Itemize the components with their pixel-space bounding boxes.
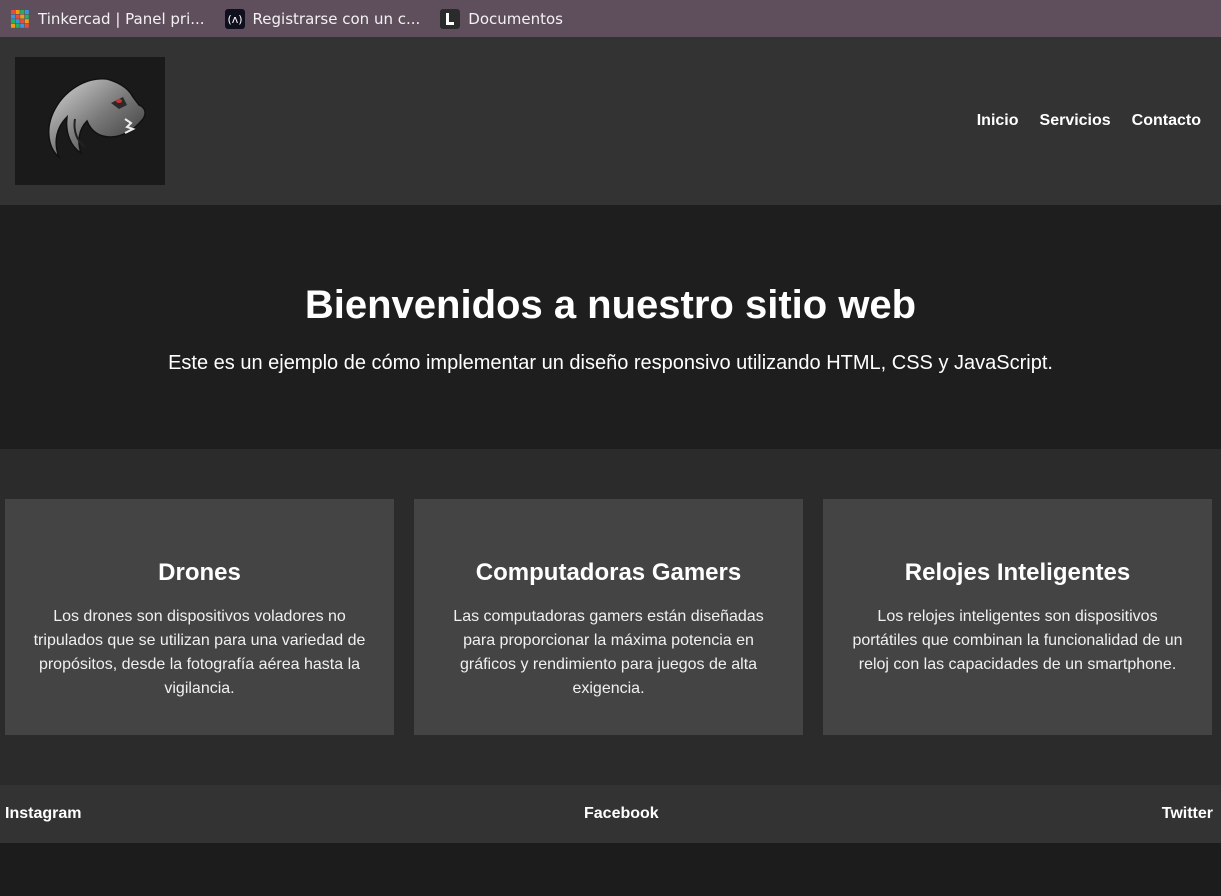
bookmark-label: Documentos — [468, 9, 563, 28]
bookmarks-bar: Tinkercad | Panel pri... (ʌ) Registrarse… — [0, 0, 1221, 37]
footer-link-facebook[interactable]: Facebook — [584, 805, 659, 823]
nav-inicio[interactable]: Inicio — [977, 112, 1019, 130]
nav-contacto[interactable]: Contacto — [1132, 112, 1201, 130]
bookmark-registrarse[interactable]: (ʌ) Registrarse con un c... — [215, 0, 431, 37]
registrarse-icon: (ʌ) — [224, 8, 245, 29]
bookmark-tinkercad[interactable]: Tinkercad | Panel pri... — [0, 0, 215, 37]
footer-link-instagram[interactable]: Instagram — [5, 805, 81, 823]
documentos-icon — [440, 8, 461, 29]
tinkercad-icon — [10, 9, 30, 29]
hero-section: Bienvenidos a nuestro sitio web Este es … — [0, 205, 1221, 449]
site-footer: Instagram Facebook Twitter — [0, 785, 1221, 843]
site-header: Inicio Servicios Contacto — [0, 37, 1221, 205]
card-computadoras-gamers: Computadoras Gamers Las computadoras gam… — [414, 499, 803, 735]
main-nav: Inicio Servicios Contacto — [977, 37, 1201, 205]
card-text: Los drones son dispositivos voladores no… — [33, 608, 366, 697]
bookmark-label: Registrarse con un c... — [252, 9, 421, 28]
card-drones: Drones Los drones son dispositivos volad… — [5, 499, 394, 735]
hero-title: Bienvenidos a nuestro sitio web — [304, 283, 917, 327]
card-title: Drones — [158, 559, 241, 586]
hero-subtitle: Este es un ejemplo de cómo implementar u… — [168, 352, 1053, 374]
bookmark-label: Tinkercad | Panel pri... — [38, 9, 205, 28]
services-section: Drones Los drones son dispositivos volad… — [0, 449, 1221, 785]
dragon-logo[interactable] — [15, 57, 165, 185]
card-text: Las computadoras gamers están diseñadas … — [453, 608, 764, 697]
footer-link-twitter[interactable]: Twitter — [1162, 805, 1213, 823]
card-title: Relojes Inteligentes — [904, 559, 1131, 586]
card-text: Los relojes inteligentes son dispositivo… — [852, 608, 1183, 673]
svg-text:(ʌ): (ʌ) — [227, 13, 242, 26]
nav-servicios[interactable]: Servicios — [1040, 112, 1111, 130]
card-relojes-inteligentes: Relojes Inteligentes Los relojes intelig… — [823, 499, 1212, 735]
card-title: Computadoras Gamers — [475, 559, 742, 586]
page-bottom-area — [0, 843, 1221, 896]
bookmark-documentos[interactable]: Documentos — [430, 0, 573, 37]
